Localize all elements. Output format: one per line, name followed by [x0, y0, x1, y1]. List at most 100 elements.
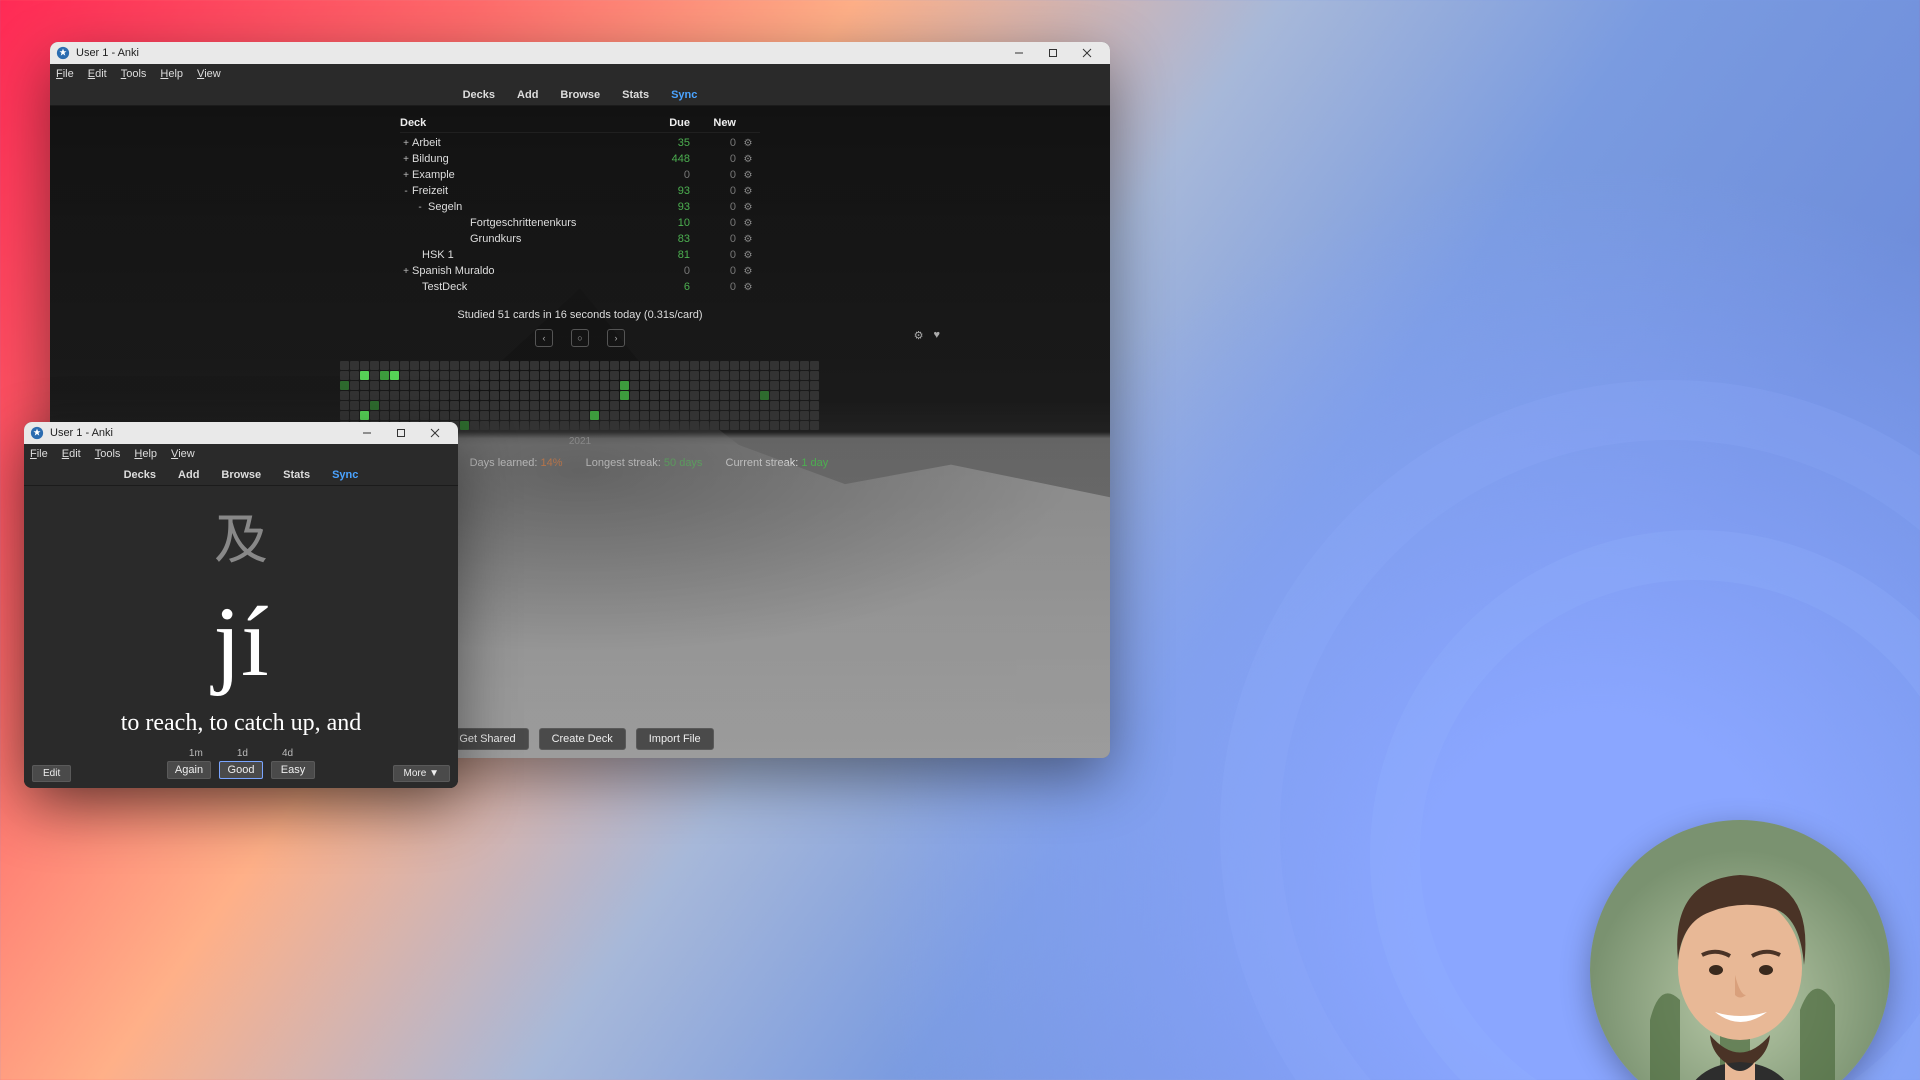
- heatmap-cell[interactable]: [380, 401, 389, 410]
- heatmap-cell[interactable]: [340, 401, 349, 410]
- heatmap-cell[interactable]: [740, 401, 749, 410]
- deck-row[interactable]: Grundkurs830⚙: [400, 231, 760, 247]
- heatmap-cell[interactable]: [340, 391, 349, 400]
- heatmap-cell[interactable]: [640, 391, 649, 400]
- heatmap-cell[interactable]: [650, 381, 659, 390]
- maximize-button[interactable]: [1036, 42, 1070, 64]
- heatmap-cell[interactable]: [620, 381, 629, 390]
- heatmap-cell[interactable]: [400, 411, 409, 420]
- heatmap-cell[interactable]: [460, 401, 469, 410]
- heatmap-cell[interactable]: [490, 361, 499, 370]
- menu-view[interactable]: View: [197, 68, 221, 80]
- heatmap-cell[interactable]: [530, 381, 539, 390]
- deck-gear-icon[interactable]: ⚙: [736, 250, 760, 261]
- heatmap-cell[interactable]: [440, 401, 449, 410]
- heatmap-cell[interactable]: [360, 401, 369, 410]
- deck-name[interactable]: Segeln: [426, 201, 644, 213]
- heatmap-cell[interactable]: [430, 371, 439, 380]
- heatmap-cell[interactable]: [510, 381, 519, 390]
- heatmap-cell[interactable]: [480, 411, 489, 420]
- deck-name[interactable]: TestDeck: [412, 281, 644, 293]
- heatmap-cell[interactable]: [560, 421, 569, 430]
- heatmap-cell[interactable]: [670, 421, 679, 430]
- titlebar[interactable]: User 1 - Anki: [24, 422, 458, 444]
- heatmap-cell[interactable]: [780, 381, 789, 390]
- menu-file[interactable]: File: [56, 68, 74, 80]
- heatmap-cell[interactable]: [590, 401, 599, 410]
- heatmap-cell[interactable]: [550, 361, 559, 370]
- heatmap-cell[interactable]: [600, 391, 609, 400]
- heatmap-cell[interactable]: [810, 371, 819, 380]
- heatmap-cell[interactable]: [780, 401, 789, 410]
- heatmap-cell[interactable]: [490, 421, 499, 430]
- heatmap-cell[interactable]: [790, 371, 799, 380]
- heatmap-cell[interactable]: [640, 361, 649, 370]
- heatmap-cell[interactable]: [560, 401, 569, 410]
- heatmap-cell[interactable]: [740, 421, 749, 430]
- heatmap-cell[interactable]: [760, 391, 769, 400]
- heatmap-cell[interactable]: [550, 381, 559, 390]
- heatmap-cell[interactable]: [500, 381, 509, 390]
- heatmap-cell[interactable]: [340, 371, 349, 380]
- heatmap-cell[interactable]: [540, 391, 549, 400]
- heatmap-cell[interactable]: [440, 411, 449, 420]
- heatmap-cell[interactable]: [640, 371, 649, 380]
- heatmap-cell[interactable]: [750, 411, 759, 420]
- deck-row[interactable]: HSK 1810⚙: [400, 247, 760, 263]
- heatmap-cell[interactable]: [580, 421, 589, 430]
- heatmap-cell[interactable]: [490, 401, 499, 410]
- heatmap-cell[interactable]: [430, 361, 439, 370]
- heatmap-cell[interactable]: [380, 361, 389, 370]
- deck-name[interactable]: Spanish Muraldo: [412, 265, 644, 277]
- import-file-button[interactable]: Import File: [636, 728, 714, 750]
- heatmap-cell[interactable]: [490, 381, 499, 390]
- heatmap-cell[interactable]: [760, 381, 769, 390]
- toolbar-decks-button[interactable]: Decks: [463, 89, 495, 101]
- heatmap-cell[interactable]: [600, 401, 609, 410]
- heatmap-cell[interactable]: [810, 391, 819, 400]
- heatmap-cell[interactable]: [720, 361, 729, 370]
- heatmap-cell[interactable]: [740, 371, 749, 380]
- heatmap-cell[interactable]: [540, 411, 549, 420]
- heatmap-cell[interactable]: [750, 421, 759, 430]
- minimize-button[interactable]: [350, 422, 384, 444]
- heatmap-cell[interactable]: [530, 371, 539, 380]
- heatmap-cell[interactable]: [790, 411, 799, 420]
- heatmap-cell[interactable]: [720, 401, 729, 410]
- heatmap-cell[interactable]: [440, 381, 449, 390]
- heatmap-cell[interactable]: [470, 381, 479, 390]
- heatmap-cell[interactable]: [470, 391, 479, 400]
- heatmap-cell[interactable]: [550, 391, 559, 400]
- heatmap-cell[interactable]: [620, 391, 629, 400]
- deck-gear-icon[interactable]: ⚙: [736, 266, 760, 277]
- heatmap-cell[interactable]: [440, 371, 449, 380]
- deck-row[interactable]: -Segeln930⚙: [400, 199, 760, 215]
- heatmap-cell[interactable]: [690, 391, 699, 400]
- heatmap-cell[interactable]: [790, 401, 799, 410]
- heatmap-cell[interactable]: [380, 411, 389, 420]
- heatmap-cell[interactable]: [800, 381, 809, 390]
- heatmap-cell[interactable]: [370, 381, 379, 390]
- deck-row[interactable]: +Spanish Muraldo00⚙: [400, 263, 760, 279]
- toolbar-browse-button[interactable]: Browse: [560, 89, 600, 101]
- heatmap-cell[interactable]: [350, 391, 359, 400]
- deck-name[interactable]: Grundkurs: [440, 233, 644, 245]
- heatmap-cell[interactable]: [800, 401, 809, 410]
- heatmap-cell[interactable]: [590, 411, 599, 420]
- toolbar-sync-button[interactable]: Sync: [332, 469, 358, 481]
- heatmap-cell[interactable]: [540, 421, 549, 430]
- heatmap-cell[interactable]: [790, 391, 799, 400]
- deck-gear-icon[interactable]: ⚙: [736, 186, 760, 197]
- heatmap-cell[interactable]: [480, 421, 489, 430]
- heatmap-cell[interactable]: [710, 401, 719, 410]
- heatmap-cell[interactable]: [670, 411, 679, 420]
- heatmap-cell[interactable]: [770, 361, 779, 370]
- heatmap-cell[interactable]: [770, 411, 779, 420]
- heatmap-cell[interactable]: [600, 361, 609, 370]
- heatmap-cell[interactable]: [350, 411, 359, 420]
- heatmap-cell[interactable]: [390, 371, 399, 380]
- heatmap-cell[interactable]: [340, 411, 349, 420]
- heatmap-cell[interactable]: [570, 371, 579, 380]
- heatmap-cell[interactable]: [780, 361, 789, 370]
- heatmap-cell[interactable]: [410, 391, 419, 400]
